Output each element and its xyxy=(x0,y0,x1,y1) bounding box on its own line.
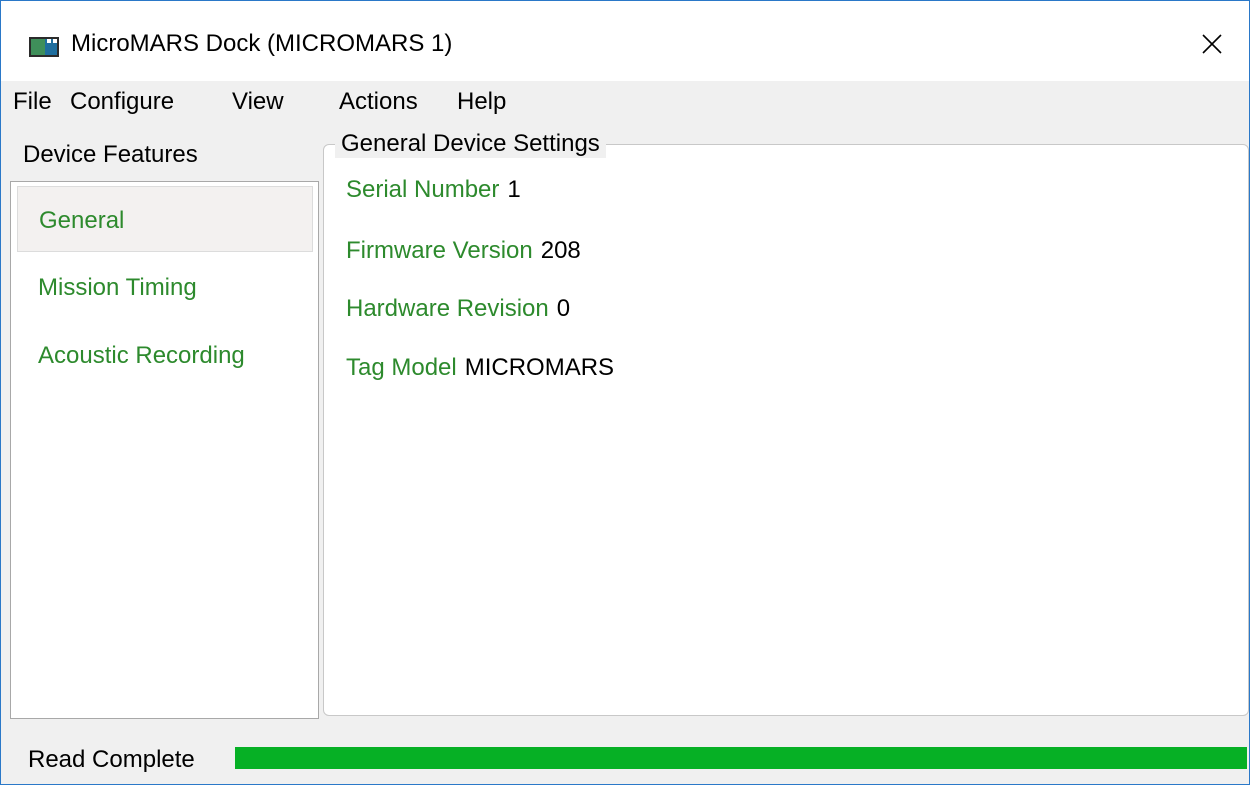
sidebar-heading: Device Features xyxy=(23,141,198,168)
field-tag-model: Tag Model MICROMARS xyxy=(346,354,614,382)
window-title: MicroMARS Dock (MICROMARS 1) xyxy=(71,30,453,57)
sidebar-item-mission-timing[interactable]: Mission Timing xyxy=(17,254,313,320)
menu-help[interactable]: Help xyxy=(457,88,506,116)
sidebar-item-label: Acoustic Recording xyxy=(38,342,245,369)
general-settings-panel xyxy=(323,144,1249,716)
field-label: Hardware Revision xyxy=(346,295,549,322)
sidebar-item-acoustic-recording[interactable]: Acoustic Recording xyxy=(17,322,313,388)
field-hardware-revision: Hardware Revision 0 xyxy=(346,295,570,323)
field-value: 208 xyxy=(540,237,581,264)
progress-bar xyxy=(235,747,1247,769)
app-window-icon xyxy=(29,37,59,57)
menu-actions[interactable]: Actions xyxy=(339,88,418,116)
status-bar: Read Complete xyxy=(1,719,1249,784)
sidebar-item-label: Mission Timing xyxy=(38,274,197,301)
field-firmware-version: Firmware Version 208 xyxy=(346,237,581,265)
field-value: 0 xyxy=(556,295,571,322)
sidebar-item-general[interactable]: General xyxy=(17,186,313,252)
group-title: General Device Settings xyxy=(335,130,606,158)
menu-view[interactable]: View xyxy=(232,88,284,116)
menu-bar: File Configure View Actions Help xyxy=(1,81,1249,121)
field-value: MICROMARS xyxy=(464,354,615,381)
field-value: 1 xyxy=(507,176,521,203)
menu-configure[interactable]: Configure xyxy=(70,88,174,116)
progress-fill xyxy=(235,747,1247,769)
close-icon[interactable] xyxy=(1197,29,1227,59)
title-bar[interactable]: MicroMARS Dock (MICROMARS 1) xyxy=(1,1,1249,81)
status-text: Read Complete xyxy=(28,746,195,773)
field-label: Tag Model xyxy=(346,354,457,381)
menu-file[interactable]: File xyxy=(13,88,52,116)
app-window: MicroMARS Dock (MICROMARS 1) File Config… xyxy=(0,0,1250,785)
field-label: Firmware Version xyxy=(346,237,533,264)
field-label: Serial Number xyxy=(346,176,500,203)
device-features-list[interactable]: General Mission Timing Acoustic Recordin… xyxy=(10,181,319,719)
field-serial-number: Serial Number 1 xyxy=(346,176,521,204)
sidebar-item-label: General xyxy=(39,207,125,234)
